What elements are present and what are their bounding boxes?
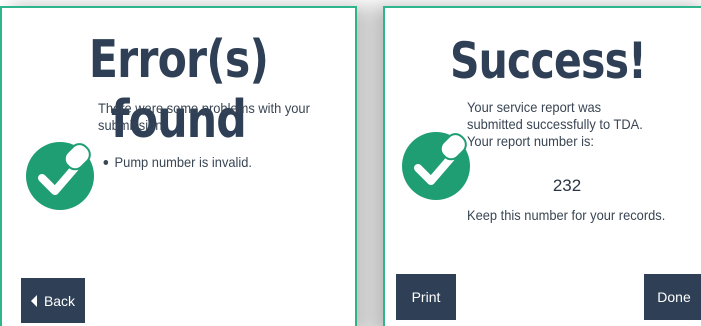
print-button[interactable]: Print <box>396 274 456 320</box>
error-item: Pump number is invalid. <box>103 154 253 170</box>
error-message: There were some problems with your submi… <box>98 100 310 133</box>
check-circle-icon <box>402 132 470 200</box>
done-button[interactable]: Done <box>644 274 701 320</box>
success-panel: Success! Your service report was submitt… <box>383 6 701 326</box>
error-list: Pump number is invalid. <box>98 154 252 171</box>
report-number: 232 <box>552 176 582 195</box>
error-panel: Error(s) found There were some problems … <box>0 6 357 326</box>
chevron-left-icon <box>30 294 37 307</box>
success-message: Your service report was submitted succes… <box>467 99 643 149</box>
back-label: Back <box>43 292 76 309</box>
stage: Error(s) found There were some problems … <box>0 0 701 326</box>
check-circle-icon <box>26 142 94 210</box>
back-button[interactable]: Back <box>21 278 85 323</box>
keep-message: Keep this number for your records. <box>467 207 666 223</box>
success-title: Success! <box>449 32 647 90</box>
